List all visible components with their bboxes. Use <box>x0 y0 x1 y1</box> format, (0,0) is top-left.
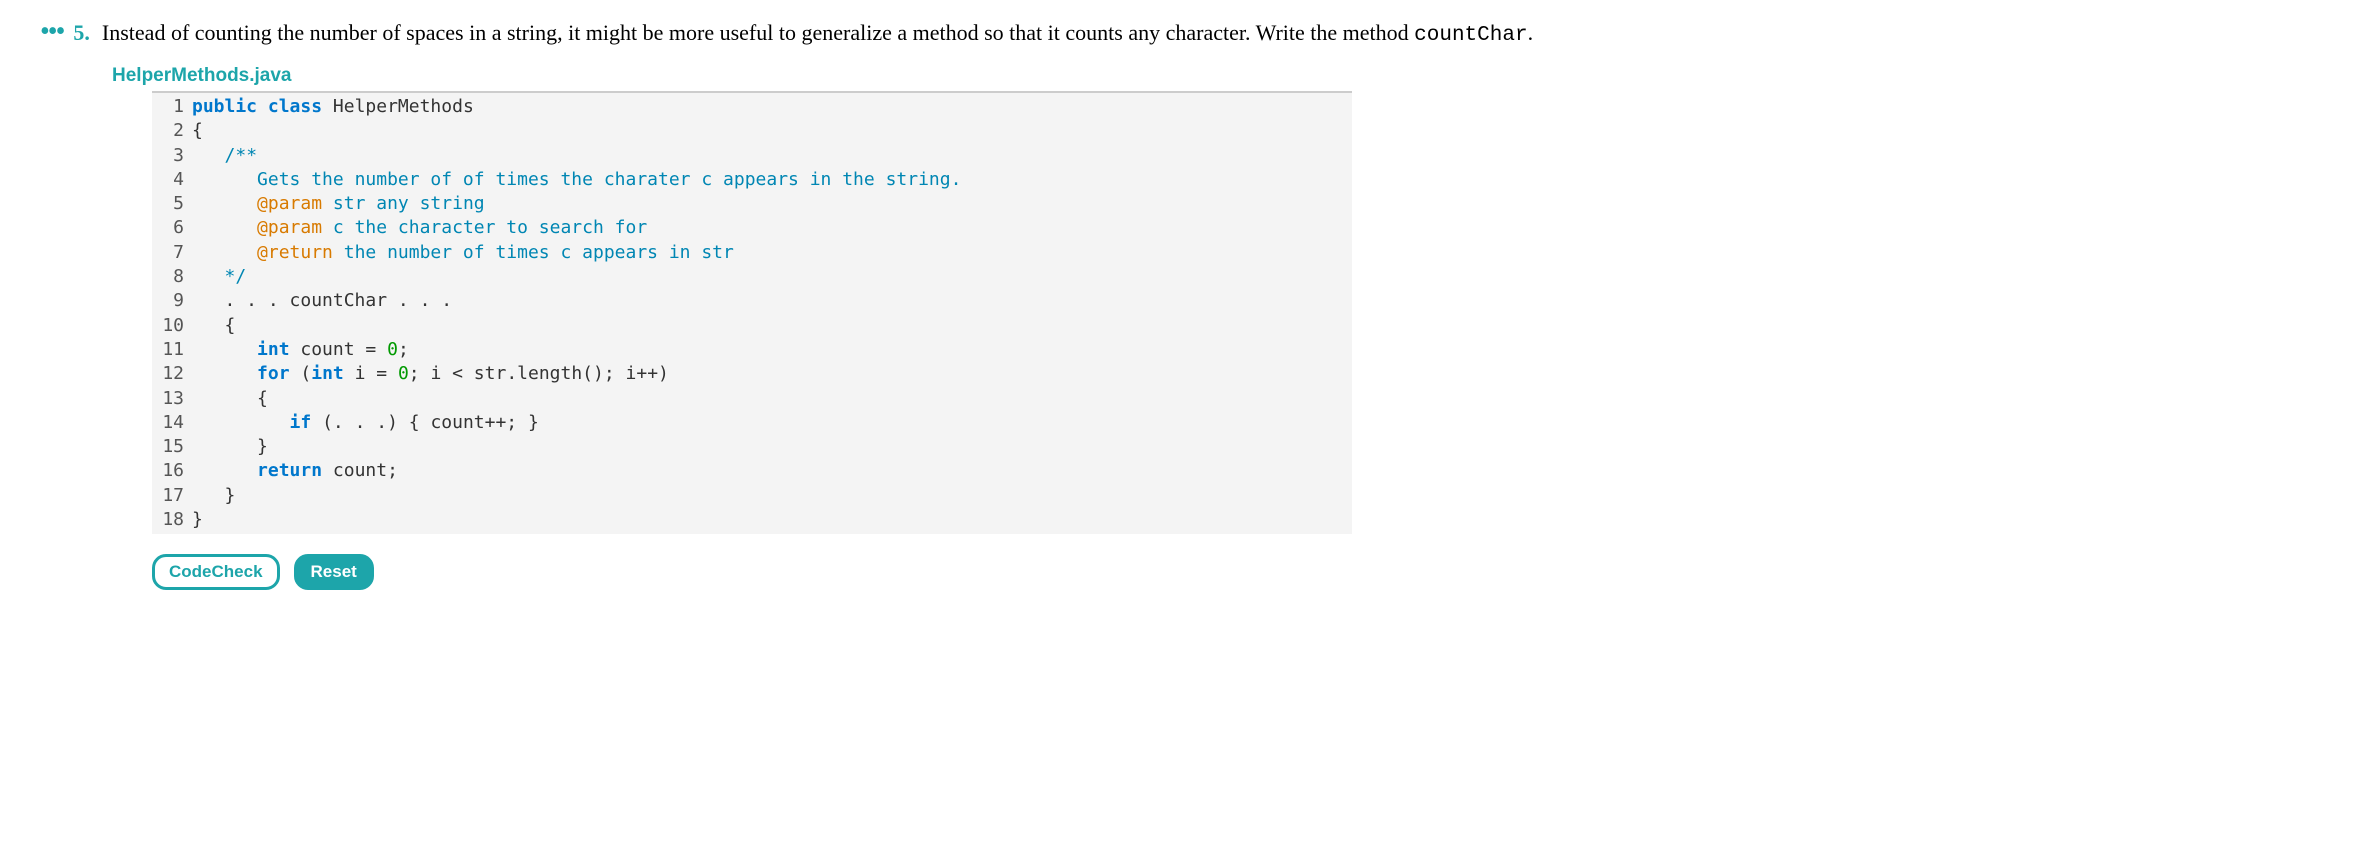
line-number: 13 <box>152 387 192 411</box>
code-content[interactable]: for (int i = 0; i < str.length(); i++) <box>192 362 1352 386</box>
code-line[interactable]: 17 } <box>152 484 1352 508</box>
question-text: Instead of counting the number of spaces… <box>102 20 1533 47</box>
code-line[interactable]: 10 { <box>152 314 1352 338</box>
code-line[interactable]: 9 . . . countChar . . . <box>152 289 1352 313</box>
code-content[interactable]: if (. . .) { count++; } <box>192 411 1352 435</box>
code-line[interactable]: 4 Gets the number of of times the charat… <box>152 168 1352 192</box>
code-line[interactable]: 5 @param str any string <box>152 192 1352 216</box>
question-number: 5. <box>73 20 90 46</box>
line-number: 5 <box>152 192 192 216</box>
line-number: 1 <box>152 95 192 119</box>
code-content[interactable]: { <box>192 119 1352 143</box>
code-content[interactable]: */ <box>192 265 1352 289</box>
line-number: 4 <box>152 168 192 192</box>
difficulty-dots: ••• <box>40 25 63 39</box>
question-text-before: Instead of counting the number of spaces… <box>102 20 1414 45</box>
code-line[interactable]: 18} <box>152 508 1352 532</box>
line-number: 2 <box>152 119 192 143</box>
codecheck-button[interactable]: CodeCheck <box>152 554 280 590</box>
line-number: 3 <box>152 144 192 168</box>
line-number: 7 <box>152 241 192 265</box>
question-code-word: countChar <box>1414 24 1527 47</box>
line-number: 10 <box>152 314 192 338</box>
code-content[interactable]: return count; <box>192 459 1352 483</box>
code-content[interactable]: @return the number of times c appears in… <box>192 241 1352 265</box>
code-line[interactable]: 8 */ <box>152 265 1352 289</box>
line-number: 8 <box>152 265 192 289</box>
code-line[interactable]: 7 @return the number of times c appears … <box>152 241 1352 265</box>
code-line[interactable]: 3 /** <box>152 144 1352 168</box>
code-line[interactable]: 2{ <box>152 119 1352 143</box>
code-content[interactable]: @param str any string <box>192 192 1352 216</box>
code-line[interactable]: 6 @param c the character to search for <box>152 216 1352 240</box>
code-line[interactable]: 15 } <box>152 435 1352 459</box>
code-content[interactable]: } <box>192 508 1352 532</box>
question-text-after: . <box>1528 20 1534 45</box>
line-number: 9 <box>152 289 192 313</box>
code-line[interactable]: 11 int count = 0; <box>152 338 1352 362</box>
line-number: 12 <box>152 362 192 386</box>
line-number: 18 <box>152 508 192 532</box>
code-content[interactable]: public class HelperMethods <box>192 95 1352 119</box>
code-content[interactable]: { <box>192 387 1352 411</box>
code-content[interactable]: int count = 0; <box>192 338 1352 362</box>
code-line[interactable]: 14 if (. . .) { count++; } <box>152 411 1352 435</box>
code-content[interactable]: Gets the number of of times the charater… <box>192 168 1352 192</box>
filename-label: HelperMethods.java <box>112 65 2322 87</box>
code-line[interactable]: 1public class HelperMethods <box>152 95 1352 119</box>
code-line[interactable]: 16 return count; <box>152 459 1352 483</box>
line-number: 6 <box>152 216 192 240</box>
line-number: 16 <box>152 459 192 483</box>
code-content[interactable]: } <box>192 484 1352 508</box>
code-line[interactable]: 13 { <box>152 387 1352 411</box>
line-number: 11 <box>152 338 192 362</box>
question-row: ••• 5. Instead of counting the number of… <box>40 20 2322 47</box>
code-content[interactable]: @param c the character to search for <box>192 216 1352 240</box>
reset-button[interactable]: Reset <box>294 554 374 590</box>
code-content[interactable]: { <box>192 314 1352 338</box>
line-number: 17 <box>152 484 192 508</box>
line-number: 14 <box>152 411 192 435</box>
code-content[interactable]: . . . countChar . . . <box>192 289 1352 313</box>
code-content[interactable]: /** <box>192 144 1352 168</box>
code-editor[interactable]: 1public class HelperMethods2{3 /**4 Gets… <box>152 91 1352 534</box>
code-line[interactable]: 12 for (int i = 0; i < str.length(); i++… <box>152 362 1352 386</box>
line-number: 15 <box>152 435 192 459</box>
button-row: CodeCheck Reset <box>152 554 2322 590</box>
code-content[interactable]: } <box>192 435 1352 459</box>
